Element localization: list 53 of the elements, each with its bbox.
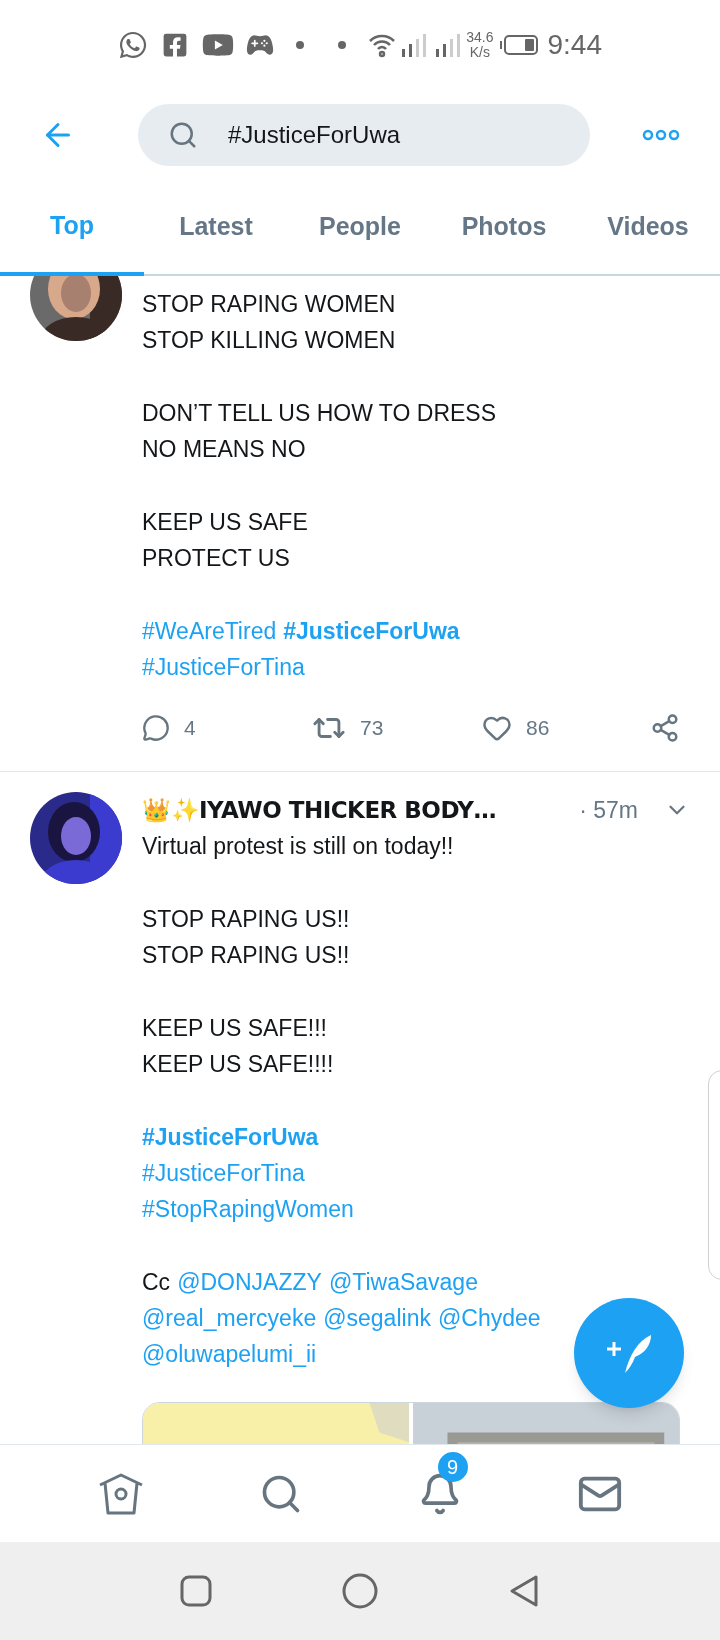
tweet-text: Virtual protest is still on today!!: [142, 832, 454, 861]
tweet-text: STOP KILLING WOMEN: [142, 326, 396, 355]
network-speed: 34.6: [466, 30, 494, 45]
search-icon: [168, 120, 198, 150]
like-count: 86: [526, 715, 550, 742]
clock-time: 9:44: [547, 28, 602, 62]
tab[interactable]: People: [288, 180, 432, 274]
tweet-text: KEEP US SAFE!!!: [142, 1014, 327, 1043]
hashtag-link[interactable]: #JusticeForUwa: [142, 1119, 319, 1155]
tweet-text: Cc: [142, 1268, 171, 1297]
mention-link[interactable]: @real_mercyeke: [142, 1300, 317, 1336]
tweet-text: KEEP US SAFE: [142, 508, 308, 537]
user-name[interactable]: 👑✨IYAWO THICKER BODY…: [142, 792, 496, 828]
hashtag-link[interactable]: #JusticeForUwa: [283, 613, 460, 649]
hashtag-link[interactable]: #JusticeForTina: [142, 649, 305, 685]
back-triangle-icon[interactable]: [508, 1574, 540, 1608]
battery-icon: [499, 34, 538, 56]
search-field[interactable]: #JusticeForUwa: [138, 104, 590, 166]
mention-link[interactable]: @oluwapelumi_ii: [142, 1336, 317, 1372]
hashtag-link[interactable]: #JusticeForTina: [142, 1155, 305, 1191]
dot-icon: [296, 41, 304, 49]
hashtag-link[interactable]: #StopRapingWomen: [142, 1191, 354, 1227]
signal-icon: [402, 33, 461, 57]
tweet-text: STOP RAPING US!!: [142, 941, 350, 970]
tweet-text: PROTECT US: [142, 544, 290, 573]
dot-icon: [338, 41, 347, 49]
tab[interactable]: Latest: [144, 180, 288, 274]
mention-link[interactable]: @TiwaSavage: [328, 1264, 478, 1300]
mention-link[interactable]: @DONJAZZY: [177, 1264, 322, 1300]
facebook-icon: [162, 32, 188, 58]
tweet-text: STOP RAPING US!!: [142, 905, 350, 934]
tab[interactable]: Videos: [576, 180, 720, 274]
recents-icon[interactable]: [180, 1575, 212, 1607]
tweet-text: STOP RAPING WOMEN: [142, 290, 396, 319]
home-icon[interactable]: [97, 1472, 144, 1515]
tweet-text: KEEP US SAFE!!!!: [142, 1050, 334, 1079]
more-icon[interactable]: [642, 129, 680, 141]
reply-count: 4: [184, 715, 196, 742]
notification-badge: 9: [437, 1451, 468, 1482]
tweet-time: · 57m: [579, 795, 638, 825]
reply-icon[interactable]: [142, 714, 170, 742]
share-icon[interactable]: [650, 713, 680, 743]
wifi-icon: [368, 32, 397, 58]
mention-link[interactable]: @segalink: [323, 1300, 431, 1336]
home-circle-icon[interactable]: [342, 1573, 378, 1609]
speed-unit: K/s: [469, 45, 490, 60]
tweet-text: DON’T TELL US HOW TO DRESS: [142, 399, 497, 428]
tweet-text: NO MEANS NO: [142, 435, 306, 464]
chat-app-icon: [118, 30, 148, 60]
hashtag-link[interactable]: #WeAreTired: [142, 613, 277, 649]
retweet-count: 73: [360, 715, 384, 742]
tab[interactable]: Photos: [432, 180, 576, 274]
mention-link[interactable]: @Chydee: [437, 1300, 541, 1336]
